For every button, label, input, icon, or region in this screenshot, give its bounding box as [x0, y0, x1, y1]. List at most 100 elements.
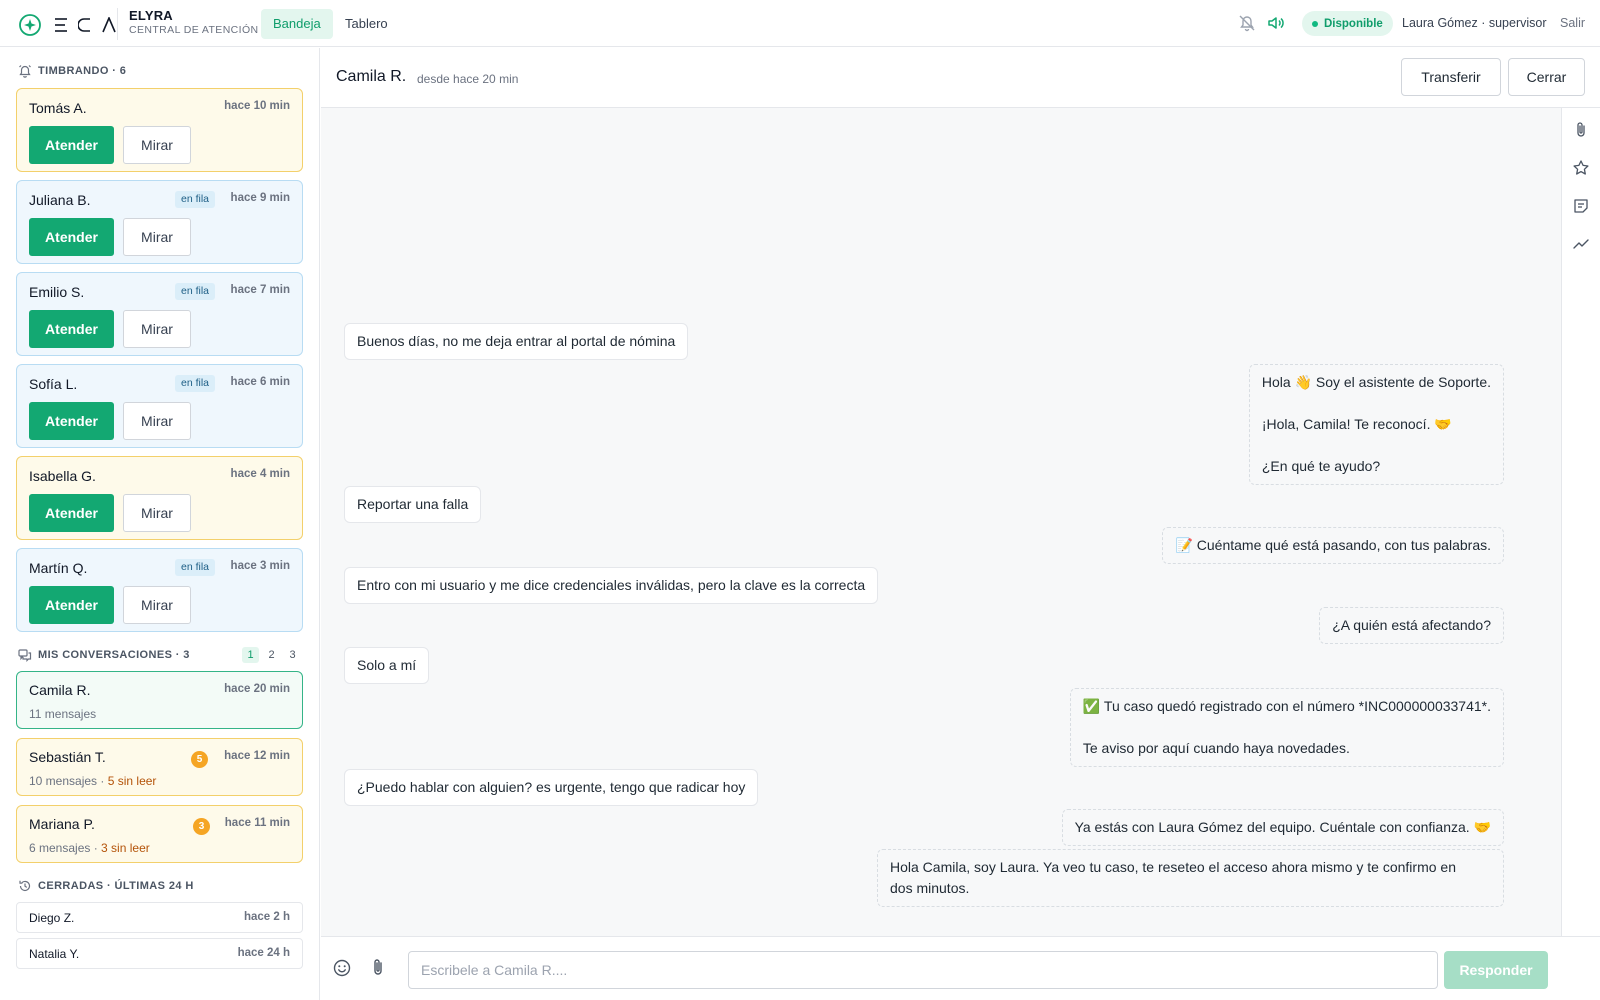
answer-button[interactable]: Atender	[29, 586, 114, 624]
emoji-icon[interactable]	[332, 958, 352, 978]
current-user: Laura Gómez · supervisor	[1402, 16, 1547, 30]
caller-name: Isabella G.	[29, 468, 96, 484]
close-conversation-button[interactable]: Cerrar	[1508, 58, 1585, 96]
answer-button[interactable]: Atender	[29, 218, 114, 256]
ringing-card[interactable]: Isabella G. hace 4 min Atender Mirar	[16, 456, 303, 540]
top-bar: ELYRA CENTRAL DE ATENCIÓN Bandeja Tabler…	[0, 0, 1600, 47]
closed-time: hace 24 h	[237, 947, 290, 959]
outgoing-message: Ya estás con Laura Gómez del equipo. Cué…	[1061, 809, 1504, 846]
caller-name: Tomás A.	[29, 100, 87, 116]
reply-input[interactable]	[408, 951, 1438, 989]
message-thread[interactable]: Buenos días, no me deja entrar al portal…	[321, 108, 1561, 936]
transfer-button[interactable]: Transferir	[1401, 58, 1501, 96]
watch-button[interactable]: Mirar	[123, 310, 191, 348]
message-text: Buenos días, no me deja entrar al portal…	[357, 333, 676, 349]
conversation-header: Camila R. desde hace 20 min Transferir C…	[321, 48, 1600, 108]
logo-letter-e	[55, 18, 67, 32]
attach-paperclip-icon[interactable]	[368, 958, 388, 978]
brand-subtitle: CENTRAL DE ATENCIÓN	[129, 24, 259, 36]
ringing-title: TIMBRANDO · 6	[38, 65, 127, 77]
status-label: Disponible	[1324, 17, 1383, 30]
page-2-button[interactable]: 2	[263, 647, 280, 663]
ringing-card[interactable]: Tomás A. hace 10 min Atender Mirar	[16, 88, 303, 172]
wait-time: hace 3 min	[230, 560, 290, 572]
watch-button[interactable]: Mirar	[123, 586, 191, 624]
paperclip-icon[interactable]	[1572, 121, 1590, 139]
watch-button[interactable]: Mirar	[123, 126, 191, 164]
message-summary: 10 mensajes · 5 sin leer	[29, 774, 157, 788]
message-count-label: 11 mensajes	[29, 707, 97, 721]
speaker-icon[interactable]	[1266, 13, 1286, 33]
message-line-gap	[1262, 435, 1491, 456]
reply-button[interactable]: Responder	[1444, 951, 1548, 989]
outgoing-message: ¿A quién está afectando?	[1319, 607, 1504, 644]
message-text: 📝 Cuéntame qué está pasando, con tus pal…	[1175, 537, 1491, 553]
message-line: dos minutos.	[890, 880, 970, 896]
watch-button[interactable]: Mirar	[123, 494, 191, 532]
unread-label: 5 sin leer	[107, 774, 157, 788]
conversation-time: hace 11 min	[224, 817, 290, 829]
ringing-card[interactable]: Juliana B. en fila hace 9 min Atender Mi…	[16, 180, 303, 264]
conversation-contact: Camila R.	[336, 68, 407, 85]
queue-badge: en fila	[175, 283, 216, 300]
alarm-bell-icon	[19, 65, 31, 78]
answer-button[interactable]: Atender	[29, 494, 114, 532]
caller-name: Emilio S.	[29, 284, 85, 300]
contact-name: Diego Z.	[29, 911, 75, 925]
outgoing-message: ✅ Tu caso quedó registrado con el número…	[1069, 688, 1504, 767]
conversation-item[interactable]: Sebastián T. 5 hace 12 min 10 mensajes ·…	[16, 738, 303, 796]
bell-off-icon[interactable]	[1237, 13, 1257, 33]
tab-tablero[interactable]: Tablero	[333, 9, 400, 39]
message-text: Ya estás con Laura Gómez del equipo. Cué…	[1074, 819, 1491, 835]
message-count-label: 6 mensajes	[29, 841, 91, 855]
watch-button[interactable]: Mirar	[123, 218, 191, 256]
answer-button[interactable]: Atender	[29, 402, 114, 440]
conversation-time: hace 12 min	[224, 750, 290, 762]
message-line: ¡Hola, Camila! Te reconocí. 🤝	[1261, 416, 1452, 432]
trend-icon[interactable]	[1572, 235, 1590, 253]
unread-label: 3 sin leer	[101, 841, 150, 855]
my-conversations-header: MIS CONVERSACIONES · 3	[18, 648, 190, 662]
availability-status[interactable]: Disponible	[1302, 11, 1393, 36]
contact-name: Sebastián T.	[29, 749, 106, 765]
tab-bandeja[interactable]: Bandeja	[261, 9, 333, 39]
outgoing-message: Hola 👋 Soy el asistente de Soporte. ¡Hol…	[1248, 364, 1504, 485]
logo-letters	[54, 17, 116, 33]
page-1-button[interactable]: 1	[242, 647, 259, 663]
my-conversations-title: MIS CONVERSACIONES · 3	[38, 649, 190, 661]
closed-conversation-item[interactable]: Diego Z. hace 2 h	[16, 902, 303, 933]
closed-conversation-item[interactable]: Natalia Y. hace 24 h	[16, 938, 303, 969]
message-line: ¿En qué te ayudo?	[1261, 458, 1381, 474]
answer-button[interactable]: Atender	[29, 310, 114, 348]
contact-name: Natalia Y.	[29, 947, 80, 961]
unread-count-badge: 5	[191, 751, 208, 768]
watch-button[interactable]: Mirar	[123, 402, 191, 440]
wait-time: hace 7 min	[230, 284, 290, 296]
ringing-card[interactable]: Sofía L. en fila hace 6 min Atender Mira…	[16, 364, 303, 448]
note-icon[interactable]	[1572, 197, 1590, 215]
caller-name: Martín Q.	[29, 560, 88, 576]
queue-badge: en fila	[175, 191, 216, 208]
answer-button[interactable]: Atender	[29, 126, 114, 164]
contact-name: Mariana P.	[29, 816, 95, 832]
message-line: ✅ Tu caso quedó registrado con el número…	[1082, 698, 1491, 714]
caller-name: Juliana B.	[29, 192, 91, 208]
ringing-card[interactable]: Martín Q. en fila hace 3 min Atender Mir…	[16, 548, 303, 632]
chat-bubbles-icon	[18, 649, 32, 662]
star-icon[interactable]	[1572, 159, 1590, 177]
history-icon	[19, 880, 31, 892]
conversation-time: hace 20 min	[224, 683, 290, 695]
ringing-card[interactable]: Emilio S. en fila hace 7 min Atender Mir…	[16, 272, 303, 356]
page-3-button[interactable]: 3	[284, 647, 301, 663]
message-line-gap	[1083, 717, 1491, 738]
conversation-item-active[interactable]: Camila R. hace 20 min 11 mensajes	[16, 671, 303, 729]
closed-section-header: CERRADAS · ÚLTIMAS 24 H	[18, 879, 194, 893]
message-text: ¿A quién está afectando?	[1332, 617, 1491, 633]
logout-link[interactable]: Salir	[1560, 16, 1585, 30]
composer: Responder	[321, 936, 1600, 1000]
conversation-item[interactable]: Mariana P. 3 hace 11 min 6 mensajes · 3 …	[16, 805, 303, 863]
unread-count-badge: 3	[193, 818, 210, 835]
incoming-message: Buenos días, no me deja entrar al portal…	[344, 323, 689, 360]
message-line: Te aviso por aquí cuando haya novedades.	[1082, 740, 1350, 756]
app-logo[interactable]	[18, 13, 116, 37]
